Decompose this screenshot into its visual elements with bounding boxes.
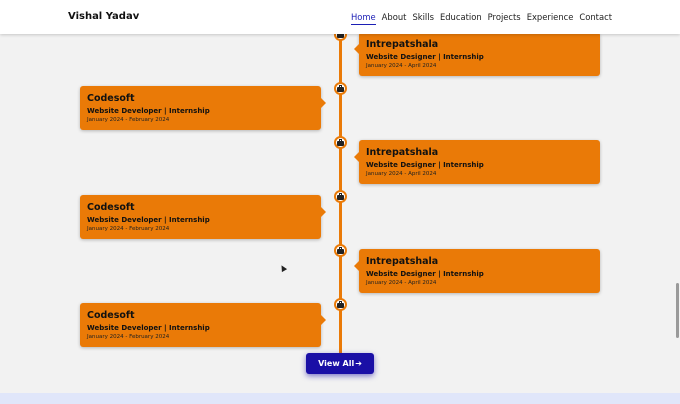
next-section-strip (0, 393, 680, 404)
card-company: Codesoft (87, 93, 135, 104)
nav-link-contact[interactable]: Contact (579, 12, 612, 25)
card-company: Intrepatshala (366, 39, 439, 50)
card-role: Website Designer | Internship (366, 161, 484, 169)
card-role: Website Developer | Internship (87, 324, 210, 332)
briefcase-icon (334, 82, 347, 95)
briefcase-icon (334, 136, 347, 149)
navbar: Vishal Yadav Home About Skills Education… (0, 0, 680, 34)
mouse-cursor-icon (278, 263, 288, 273)
nav-link-experience[interactable]: Experience (527, 12, 574, 25)
briefcase-icon (334, 298, 347, 311)
card-company: Intrepatshala (366, 256, 439, 267)
nav-link-education[interactable]: Education (440, 12, 482, 25)
experience-card: Intrepatshala Website Designer | Interns… (354, 32, 600, 76)
card-role: Website Developer | Internship (87, 107, 210, 115)
card-date: January 2024 - February 2024 (87, 334, 170, 340)
card-date: January 2024 - April 2024 (366, 171, 437, 177)
card-role: Website Developer | Internship (87, 216, 210, 224)
nav-links: Home About Skills Education Projects Exp… (350, 12, 612, 25)
experience-card: Codesoft Website Developer | Internship … (80, 86, 326, 130)
card-company: Intrepatshala (366, 147, 439, 158)
nav-link-home[interactable]: Home (350, 12, 376, 25)
card-company: Codesoft (87, 310, 135, 321)
nav-link-skills[interactable]: Skills (412, 12, 434, 25)
nav-link-projects[interactable]: Projects (488, 12, 521, 25)
card-role: Website Designer | Internship (366, 53, 484, 61)
nav-link-about[interactable]: About (382, 12, 407, 25)
arrow-right-icon: ➔ (355, 359, 362, 368)
experience-card: Codesoft Website Developer | Internship … (80, 303, 326, 347)
card-date: January 2024 - April 2024 (366, 63, 437, 69)
scrollbar-thumb[interactable] (676, 283, 679, 338)
card-role: Website Designer | Internship (366, 270, 484, 278)
briefcase-icon (334, 190, 347, 203)
card-company: Codesoft (87, 202, 135, 213)
briefcase-icon (334, 244, 347, 257)
experience-card: Codesoft Website Developer | Internship … (80, 195, 326, 239)
experience-card: Intrepatshala Website Designer | Interns… (354, 249, 600, 293)
brand-logo[interactable]: Vishal Yadav (68, 11, 139, 22)
card-date: January 2024 - February 2024 (87, 226, 170, 232)
view-all-label: View All (318, 359, 355, 368)
experience-card: Intrepatshala Website Designer | Interns… (354, 140, 600, 184)
view-all-button[interactable]: View All ➔ (306, 353, 374, 374)
card-date: January 2024 - February 2024 (87, 117, 170, 123)
card-date: January 2024 - April 2024 (366, 280, 437, 286)
